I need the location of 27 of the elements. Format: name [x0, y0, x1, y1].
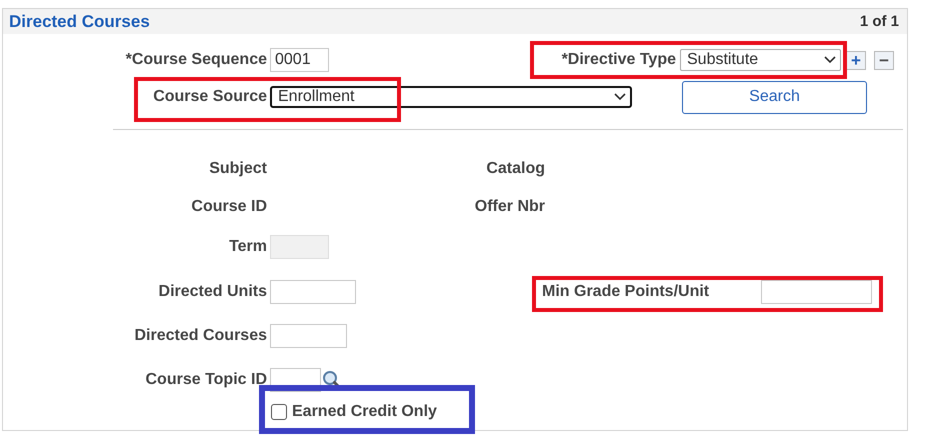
field-label: *Directive Type: [560, 51, 677, 69]
search-button[interactable]: Search: [682, 80, 867, 114]
field-label: Catalog: [485, 160, 545, 178]
checkbox-label: Earned Credit Only: [292, 403, 437, 421]
field-label: Course ID: [190, 198, 268, 216]
input-field[interactable]: [270, 324, 347, 348]
field-label: Directed Courses: [134, 327, 268, 345]
field-label: Min Grade Points/Unit: [542, 283, 710, 301]
field-label: Directed Units: [158, 283, 268, 301]
input-field[interactable]: [270, 280, 356, 304]
panel-title: Directed Courses: [9, 12, 150, 32]
chevron-icon: [824, 56, 836, 64]
field-label: Term: [228, 238, 268, 256]
delete-row-button[interactable]: −: [874, 50, 894, 70]
field-label: Subject: [208, 160, 268, 178]
field-label: Course Source: [152, 88, 268, 106]
field-label: Course Topic ID: [144, 371, 268, 389]
page-counter: 1 of 1: [860, 13, 899, 30]
input-field[interactable]: [761, 280, 872, 304]
input-field[interactable]: 0001: [270, 48, 329, 72]
checkbox[interactable]: [271, 404, 287, 420]
dropdown[interactable]: Substitute: [680, 49, 841, 71]
chevron-icon: [614, 93, 626, 101]
add-row-button[interactable]: +: [846, 50, 866, 70]
field-label: Offer Nbr: [474, 198, 545, 216]
dropdown[interactable]: Enrollment: [270, 86, 632, 108]
field-label: *Course Sequence: [124, 51, 268, 69]
